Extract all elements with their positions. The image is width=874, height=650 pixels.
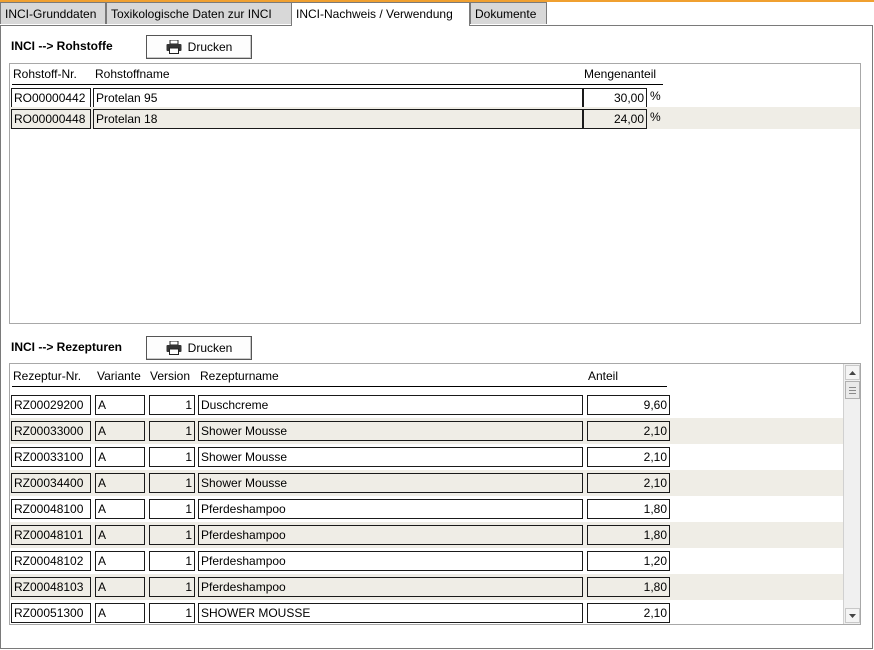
version-cell: 1 bbox=[149, 447, 195, 467]
rohstoffe-print-label: Drucken bbox=[187, 40, 233, 54]
rohstoffe-title: INCI --> Rohstoffe bbox=[11, 39, 113, 53]
rohstoffname-cell: Protelan 95 bbox=[93, 88, 583, 108]
version-cell: 1 bbox=[149, 577, 195, 597]
table-row[interactable]: RZ00034400 A 1 Shower Mousse 2,10 bbox=[10, 470, 843, 496]
variante-cell: A bbox=[95, 551, 145, 571]
col-rezeptur-nr[interactable]: Rezeptur-Nr. bbox=[13, 369, 81, 383]
table-row[interactable]: RO00000448 Protelan 18 24,00 % bbox=[10, 107, 860, 129]
rezepturname-cell: Shower Mousse bbox=[198, 421, 583, 441]
rezepturen-print-button[interactable]: Drucken bbox=[146, 336, 252, 360]
variante-cell: A bbox=[95, 447, 145, 467]
table-row[interactable]: RZ00048101 A 1 Pferdeshampoo 1,80 bbox=[10, 522, 843, 548]
col-rohstoffname[interactable]: Rohstoffname bbox=[95, 67, 170, 81]
arrow-up-icon bbox=[849, 370, 856, 375]
scroll-thumb[interactable] bbox=[845, 381, 860, 399]
rezeptur-nr-cell: RZ00033100 bbox=[11, 447, 91, 467]
rohstoffe-print-button[interactable]: Drucken bbox=[146, 35, 252, 59]
tab-inci-nachweis[interactable]: INCI-Nachweis / Verwendung bbox=[291, 2, 470, 26]
rezepturname-cell: Pferdeshampoo bbox=[198, 499, 583, 519]
anteil-cell: 9,60 bbox=[587, 395, 670, 415]
rezeptur-nr-cell: RZ00048101 bbox=[11, 525, 91, 545]
version-cell: 1 bbox=[149, 499, 195, 519]
table-row[interactable]: RZ00051300 A 1 SHOWER MOUSSE 2,10 bbox=[10, 600, 843, 624]
table-row[interactable]: RZ00048102 A 1 Pferdeshampoo 1,20 bbox=[10, 548, 843, 574]
anteil-cell: 2,10 bbox=[587, 603, 670, 623]
col-rezepturname[interactable]: Rezepturname bbox=[200, 369, 279, 383]
rezeptur-nr-cell: RZ00029200 bbox=[11, 395, 91, 415]
version-cell: 1 bbox=[149, 525, 195, 545]
rohstoffname-cell: Protelan 18 bbox=[93, 109, 583, 129]
version-cell: 1 bbox=[149, 473, 195, 493]
mengenanteil-cell: 30,00 bbox=[583, 88, 647, 108]
rezeptur-nr-cell: RZ00034400 bbox=[11, 473, 91, 493]
anteil-cell: 1,80 bbox=[587, 525, 670, 545]
table-row[interactable]: RZ00029200 A 1 Duschcreme 9,60 bbox=[10, 392, 843, 418]
version-cell: 1 bbox=[149, 421, 195, 441]
anteil-cell: 1,80 bbox=[587, 499, 670, 519]
col-version[interactable]: Version bbox=[150, 369, 190, 383]
rezepturname-cell: Shower Mousse bbox=[198, 473, 583, 493]
unit-label: % bbox=[650, 89, 661, 103]
variante-cell: A bbox=[95, 395, 145, 415]
arrow-down-icon bbox=[849, 613, 856, 618]
rezeptur-nr-cell: RZ00033000 bbox=[11, 421, 91, 441]
unit-label: % bbox=[650, 110, 661, 124]
mengenanteil-cell: 24,00 bbox=[583, 109, 647, 129]
version-cell: 1 bbox=[149, 551, 195, 571]
table-row[interactable]: RZ00048103 A 1 Pferdeshampoo 1,80 bbox=[10, 574, 843, 600]
variante-cell: A bbox=[95, 603, 145, 623]
printer-icon bbox=[166, 40, 182, 54]
rezeptur-nr-cell: RZ00051300 bbox=[11, 603, 91, 623]
rezepturname-cell: Pferdeshampoo bbox=[198, 577, 583, 597]
tab-toxikologische-daten[interactable]: Toxikologische Daten zur INCI bbox=[106, 2, 292, 24]
col-anteil[interactable]: Anteil bbox=[588, 369, 618, 383]
scroll-down-button[interactable] bbox=[845, 608, 860, 623]
rohstoff-nr-cell: RO00000442 bbox=[11, 88, 91, 108]
rezepturname-cell: Pferdeshampoo bbox=[198, 551, 583, 571]
anteil-cell: 1,80 bbox=[587, 577, 670, 597]
table-row[interactable]: RZ00033000 A 1 Shower Mousse 2,10 bbox=[10, 418, 843, 444]
table-row[interactable]: RZ00033100 A 1 Shower Mousse 2,10 bbox=[10, 444, 843, 470]
anteil-cell: 2,10 bbox=[587, 473, 670, 493]
variante-cell: A bbox=[95, 525, 145, 545]
rezepturen-grid: Rezeptur-Nr. Variante Version Rezepturna… bbox=[9, 363, 861, 625]
col-variante[interactable]: Variante bbox=[97, 369, 141, 383]
rezepturname-cell: Shower Mousse bbox=[198, 447, 583, 467]
rohstoffe-grid: Rohstoff-Nr. Rohstoffname Mengenanteil R… bbox=[9, 63, 861, 324]
version-cell: 1 bbox=[149, 395, 195, 415]
variante-cell: A bbox=[95, 421, 145, 441]
rezeptur-nr-cell: RZ00048102 bbox=[11, 551, 91, 571]
rezeptur-nr-cell: RZ00048103 bbox=[11, 577, 91, 597]
scroll-up-button[interactable] bbox=[845, 365, 860, 380]
table-row[interactable]: RZ00048100 A 1 Pferdeshampoo 1,80 bbox=[10, 496, 843, 522]
rezeptur-nr-cell: RZ00048100 bbox=[11, 499, 91, 519]
anteil-cell: 1,20 bbox=[587, 551, 670, 571]
rezepturen-print-label: Drucken bbox=[187, 341, 233, 355]
anteil-cell: 2,10 bbox=[587, 447, 670, 467]
variante-cell: A bbox=[95, 473, 145, 493]
rohstoff-nr-cell: RO00000448 bbox=[11, 109, 91, 129]
vertical-scrollbar[interactable] bbox=[843, 364, 860, 624]
col-mengenanteil[interactable]: Mengenanteil bbox=[584, 67, 656, 81]
rezepturname-cell: Pferdeshampoo bbox=[198, 525, 583, 545]
col-rohstoff-nr[interactable]: Rohstoff-Nr. bbox=[13, 67, 77, 81]
variante-cell: A bbox=[95, 499, 145, 519]
tab-dokumente[interactable]: Dokumente bbox=[470, 2, 547, 24]
rezepturname-cell: SHOWER MOUSSE bbox=[198, 603, 583, 623]
rezepturen-title: INCI --> Rezepturen bbox=[11, 340, 123, 354]
variante-cell: A bbox=[95, 577, 145, 597]
printer-icon bbox=[166, 341, 182, 355]
version-cell: 1 bbox=[149, 603, 195, 623]
anteil-cell: 2,10 bbox=[587, 421, 670, 441]
tab-inci-grunddaten[interactable]: INCI-Grunddaten bbox=[0, 2, 106, 24]
header-divider bbox=[12, 386, 667, 387]
rezepturname-cell: Duschcreme bbox=[198, 395, 583, 415]
